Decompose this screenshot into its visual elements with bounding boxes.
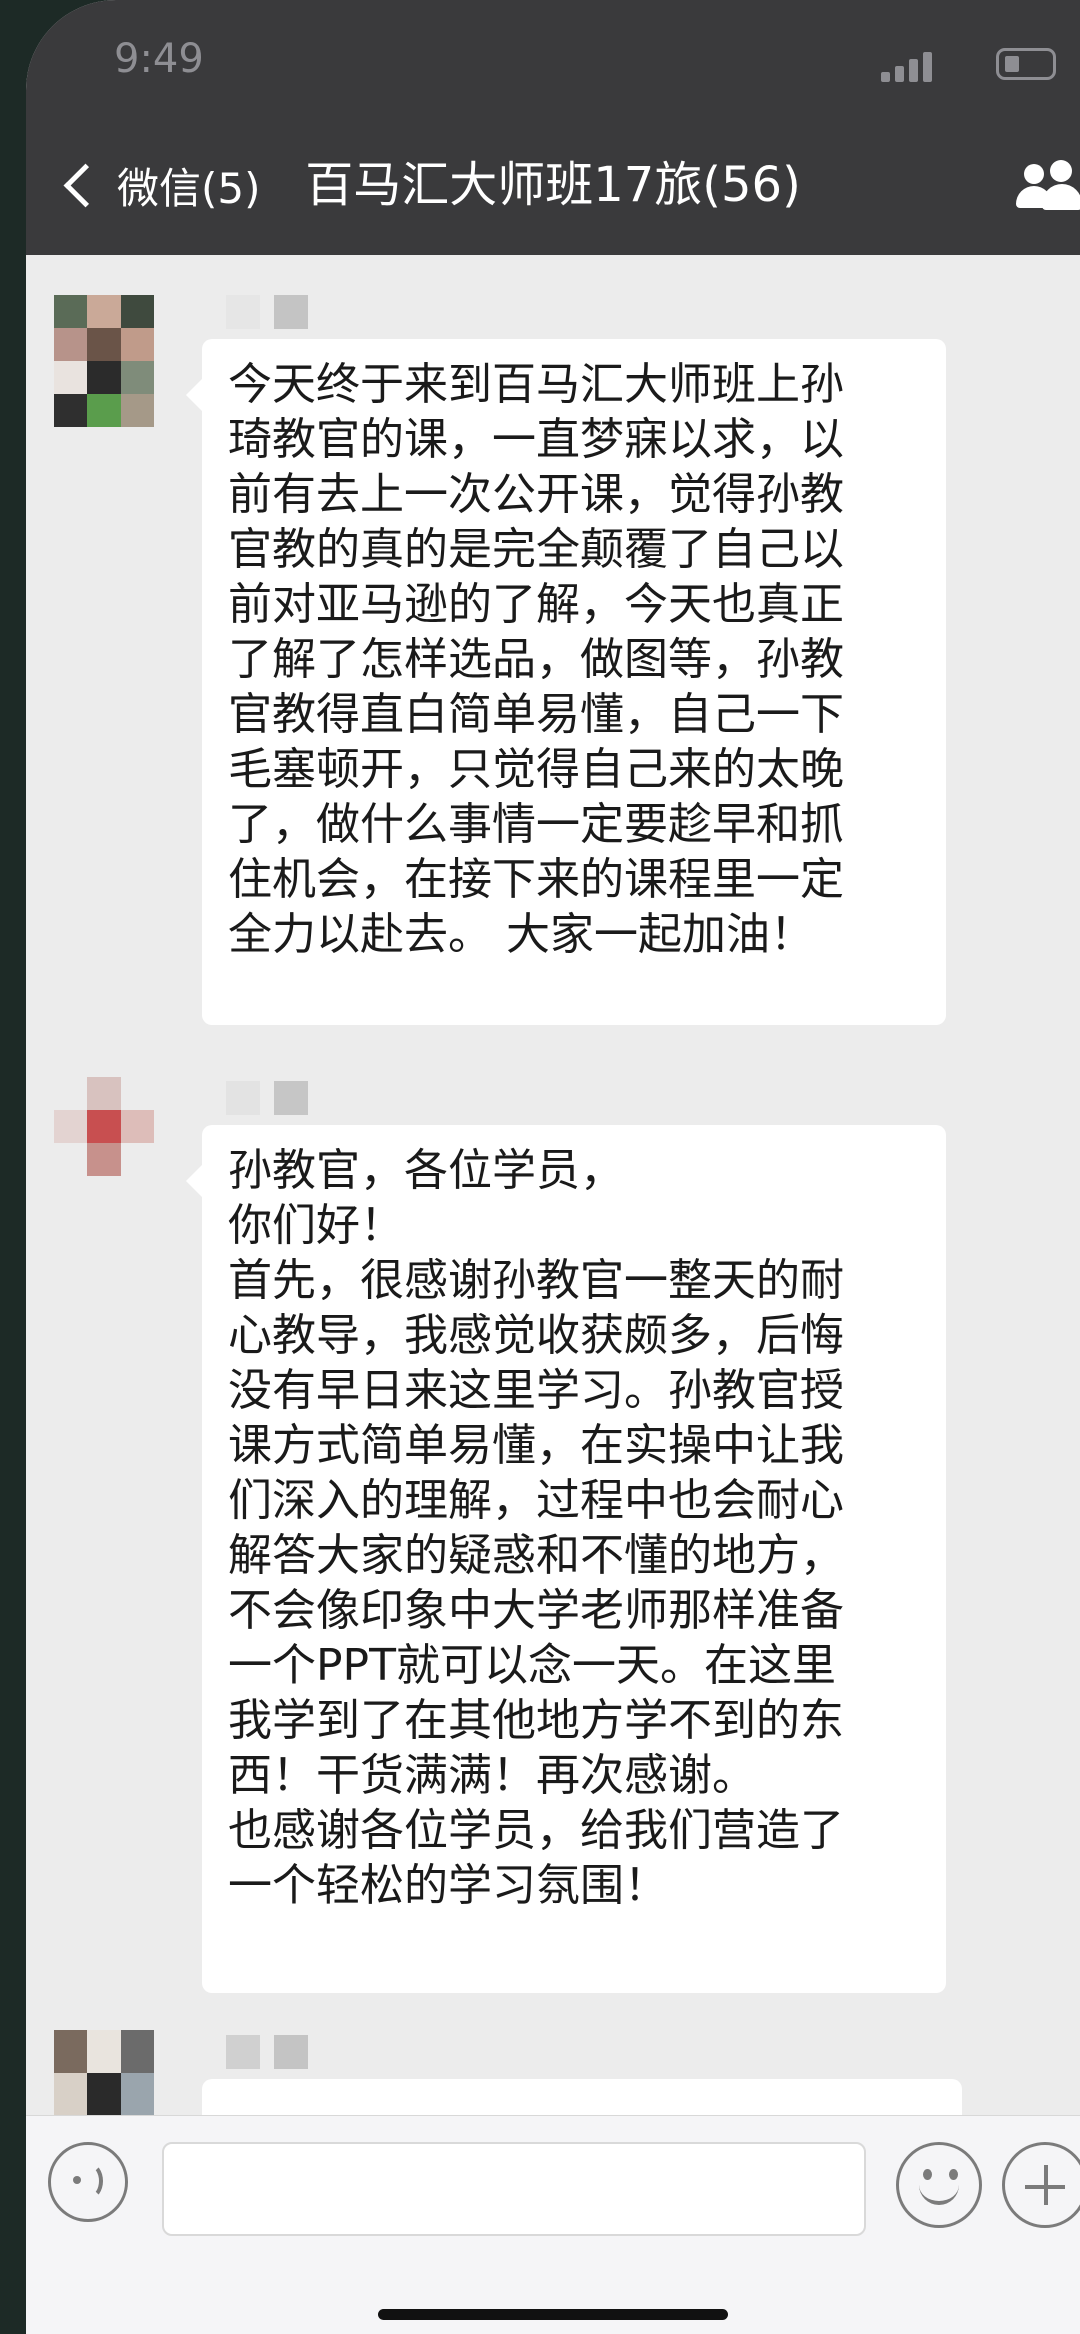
message-text-line: 不会像印象中大学老师那样准备	[228, 1585, 844, 1636]
signal-icon	[881, 48, 941, 82]
wechat-screen: 9:49 微信(5) 百马汇大师班17旅(56) 今天终于来到百马汇大师班上孙 …	[26, 0, 1080, 2334]
message-text-line: 全力以赴去。 大家一起加油！	[228, 909, 814, 960]
message-text-line: 毛塞顿开，只觉得自己来的太晚	[228, 744, 844, 795]
sender-name-redacted	[226, 295, 308, 335]
message-text-line: 我学到了在其他地方学不到的东	[228, 1695, 844, 1746]
message-text-line: 一个PPT就可以念一天。在这里	[228, 1640, 836, 1691]
message-text-line: 没有早日来这里学习。孙教官授	[228, 1365, 844, 1416]
message-bubble[interactable]: 今天终于来到百马汇大师班上孙 琦教官的课，一直梦寐以求，以 前有去上一次公开课，…	[186, 339, 946, 1025]
message-text-line: 住机会，在接下来的课程里一定	[228, 854, 844, 905]
sender-name-redacted	[226, 1081, 308, 1121]
message-text-line: 首先，很感谢孙教官一整天的耐	[228, 1255, 844, 1306]
message-text-line: 琦教官的课，一直梦寐以求，以	[228, 414, 844, 465]
group-members-icon[interactable]	[1016, 160, 1080, 212]
emoji-icon[interactable]	[896, 2142, 982, 2228]
message-input[interactable]	[162, 2142, 866, 2236]
message-text-line: 你们好！	[228, 1200, 404, 1251]
avatar[interactable]	[54, 1077, 154, 1209]
message-text-line: 也感谢各位学员，给我们营造了	[228, 1805, 844, 1856]
plus-icon[interactable]	[1002, 2142, 1080, 2228]
message-list: 今天终于来到百马汇大师班上孙 琦教官的课，一直梦寐以求，以 前有去上一次公开课，…	[26, 255, 1080, 2151]
message-text-line: 了解了怎样选品，做图等，孙教	[228, 634, 844, 685]
battery-icon	[996, 48, 1056, 80]
message-text-line: 官教得直白简单易懂，自己一下	[228, 689, 844, 740]
avatar[interactable]	[54, 2030, 154, 2115]
message-bubble[interactable]: 孙教官，各位学员， 你们好！ 首先，很感谢孙教官一整天的耐 心教导，我感觉收获颇…	[186, 1125, 946, 1993]
message-text-line: 们深入的理解，过程中也会耐心	[228, 1475, 844, 1526]
message-text-line: 了，做什么事情一定要趁早和抓	[228, 799, 844, 850]
message-text-line: 课方式简单易懂，在实操中让我	[228, 1420, 844, 1471]
message-text-line: 心教导，我感觉收获颇多，后悔	[228, 1310, 844, 1361]
input-bar	[26, 2115, 1080, 2334]
message-text-line: 一个轻松的学习氛围！	[228, 1860, 668, 1911]
top-bar: 9:49 微信(5) 百马汇大师班17旅(56)	[26, 0, 1080, 255]
home-indicator[interactable]	[378, 2309, 728, 2320]
chat-title: 百马汇大师班17旅(56)	[305, 157, 801, 213]
message-text-line: 孙教官，各位学员，	[228, 1145, 624, 1196]
status-time: 9:49	[114, 36, 204, 82]
message-text-line: 解答大家的疑惑和不懂的地方，	[228, 1530, 844, 1581]
sender-name-redacted	[226, 2035, 308, 2075]
message-text-line: 前对亚马逊的了解，今天也真正	[228, 579, 844, 630]
message-text-line: 西！干货满满！再次感谢。	[228, 1750, 756, 1801]
message-text-line: 前有去上一次公开课，觉得孙教	[228, 469, 844, 520]
message-text-line: 今天终于来到百马汇大师班上孙	[228, 359, 844, 410]
message-text-line: 官教的真的是完全颠覆了自己以	[228, 524, 844, 575]
avatar[interactable]	[54, 295, 154, 427]
voice-icon[interactable]	[48, 2142, 128, 2222]
